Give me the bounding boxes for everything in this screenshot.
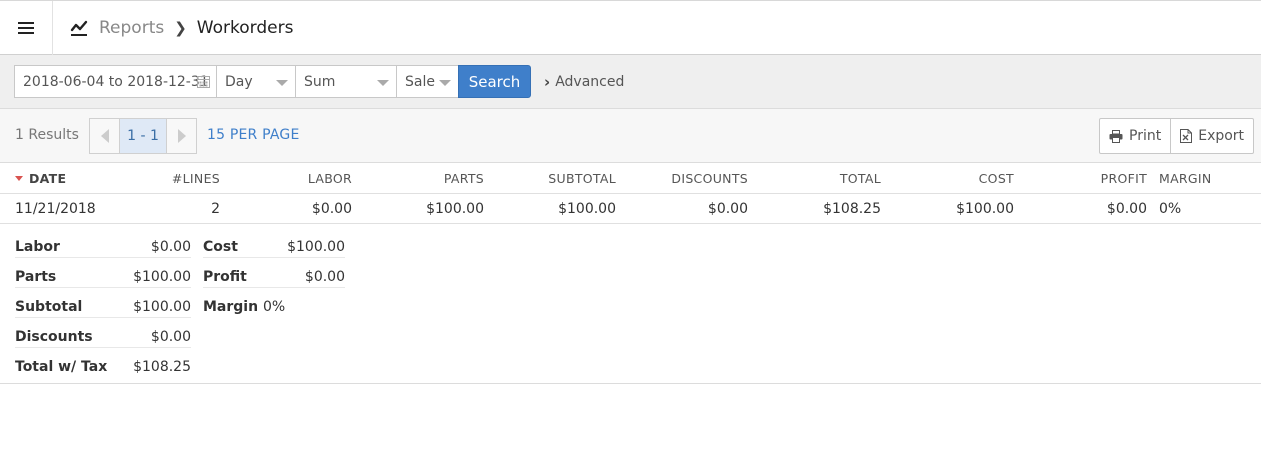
group-by-value: Day xyxy=(225,73,253,90)
hamburger-icon xyxy=(18,22,34,24)
summary-label: Subtotal xyxy=(15,299,83,315)
summary-label: Discounts xyxy=(15,329,93,345)
previous-page-button[interactable] xyxy=(90,119,119,153)
next-page-button[interactable] xyxy=(167,119,196,153)
dropdown-caret-icon xyxy=(276,80,288,86)
type-select[interactable]: Sale xyxy=(396,65,459,98)
hamburger-icon-bar xyxy=(18,27,34,29)
pagination: 1 - 1 xyxy=(89,118,197,154)
page-title: Workorders xyxy=(196,18,294,38)
summary-total-with-tax: Total w/ Tax $108.25 xyxy=(15,348,191,378)
menu-toggle-button[interactable] xyxy=(0,1,53,55)
hamburger-icon-bar xyxy=(18,32,34,34)
cell-labor: $0.00 xyxy=(311,201,352,217)
line-chart-icon xyxy=(70,20,88,36)
cell-margin: 0% xyxy=(1159,201,1182,217)
export-button[interactable]: Export xyxy=(1170,119,1253,153)
cell-discounts: $0.00 xyxy=(707,201,748,217)
dropdown-caret-icon xyxy=(377,80,389,86)
results-bar: 1 Results 1 - 1 15 PER PAGE Print Export xyxy=(0,109,1261,163)
column-header-labor[interactable]: LABOR xyxy=(308,171,352,186)
summary-label: Parts xyxy=(15,269,57,285)
export-label: Export xyxy=(1198,128,1245,144)
table-row[interactable]: 11/21/2018 2 $0.00 $100.00 $100.00 $0.00… xyxy=(0,194,1261,224)
column-header-total[interactable]: TOTAL xyxy=(840,171,881,186)
breadcrumb: Reports ❯ Workorders xyxy=(70,1,293,55)
row-summary-detail: Labor $0.00 Parts $100.00 Subtotal $100.… xyxy=(0,224,1261,384)
chevron-right-icon: ❯ xyxy=(174,19,187,37)
summary-value: $100.00 xyxy=(133,269,191,285)
printer-icon xyxy=(1109,129,1123,143)
column-header-date[interactable]: DATE xyxy=(15,171,66,186)
cell-total: $108.25 xyxy=(823,201,881,217)
breadcrumb-reports-link[interactable]: Reports xyxy=(99,18,164,38)
chevron-right-icon: › xyxy=(544,72,551,91)
table-header: DATE #LINES LABOR PARTS SUBTOTAL DISCOUN… xyxy=(0,163,1261,194)
column-header-profit[interactable]: PROFIT xyxy=(1101,171,1147,186)
column-header-subtotal[interactable]: SUBTOTAL xyxy=(548,171,616,186)
dropdown-caret-icon xyxy=(439,80,451,86)
caret-left-icon xyxy=(100,129,109,143)
cell-date: 11/21/2018 xyxy=(15,201,96,217)
sort-desc-icon xyxy=(15,176,23,181)
summary-value: $100.00 xyxy=(287,239,345,255)
date-range-input[interactable]: 2018-06-04 to 2018-12-31 xyxy=(14,65,217,98)
column-header-margin[interactable]: MARGIN xyxy=(1159,171,1212,186)
summary-discounts: Discounts $0.00 xyxy=(15,318,191,348)
summary-labor: Labor $0.00 xyxy=(15,228,191,258)
print-label: Print xyxy=(1129,128,1162,144)
summary-parts: Parts $100.00 xyxy=(15,258,191,288)
column-header-parts[interactable]: PARTS xyxy=(444,171,484,186)
print-button[interactable]: Print xyxy=(1100,119,1170,153)
summary-label: Margin xyxy=(203,299,259,315)
cell-cost: $100.00 xyxy=(956,201,1014,217)
column-label-date: DATE xyxy=(29,171,67,186)
column-header-lines[interactable]: #LINES xyxy=(172,171,220,186)
results-count: 1 Results xyxy=(15,127,79,143)
search-button[interactable]: Search xyxy=(458,65,531,98)
summary-value: 0% xyxy=(263,299,286,315)
date-range-value: 2018-06-04 to 2018-12-31 xyxy=(23,73,209,90)
cell-lines: 2 xyxy=(211,201,220,217)
column-header-discounts[interactable]: DISCOUNTS xyxy=(671,171,748,186)
cell-profit: $0.00 xyxy=(1106,201,1147,217)
summary-label: Labor xyxy=(15,239,60,255)
summary-value: $0.00 xyxy=(150,329,191,345)
summary-label: Total w/ Tax xyxy=(15,359,108,375)
summary-value: $100.00 xyxy=(133,299,191,315)
summary-margin: Margin 0% xyxy=(203,288,345,318)
summary-value: $0.00 xyxy=(150,239,191,255)
advanced-label: Advanced xyxy=(555,73,625,90)
cell-subtotal: $100.00 xyxy=(558,201,616,217)
top-header: Reports ❯ Workorders xyxy=(0,0,1261,55)
calendar-icon xyxy=(197,76,210,88)
summary-value: $0.00 xyxy=(304,269,345,285)
group-by-select[interactable]: Day xyxy=(216,65,296,98)
aggregate-value: Sum xyxy=(304,73,336,90)
column-header-cost[interactable]: COST xyxy=(979,171,1014,186)
caret-right-icon xyxy=(177,129,186,143)
type-value: Sale xyxy=(405,73,435,90)
summary-label: Profit xyxy=(203,269,247,285)
export-actions: Print Export xyxy=(1099,118,1255,154)
excel-file-icon xyxy=(1180,129,1193,143)
filter-bar: 2018-06-04 to 2018-12-31 Day Sum Sale Se… xyxy=(0,55,1261,109)
summary-value: $108.25 xyxy=(133,359,191,375)
current-page-range: 1 - 1 xyxy=(119,119,167,153)
cell-parts: $100.00 xyxy=(426,201,484,217)
summary-subtotal: Subtotal $100.00 xyxy=(15,288,191,318)
per-page-selector[interactable]: 15 PER PAGE xyxy=(207,127,300,143)
advanced-toggle[interactable]: › Advanced xyxy=(544,65,624,98)
summary-profit: Profit $0.00 xyxy=(203,258,345,288)
summary-cost: Cost $100.00 xyxy=(203,228,345,258)
aggregate-select[interactable]: Sum xyxy=(295,65,397,98)
summary-label: Cost xyxy=(203,239,238,255)
